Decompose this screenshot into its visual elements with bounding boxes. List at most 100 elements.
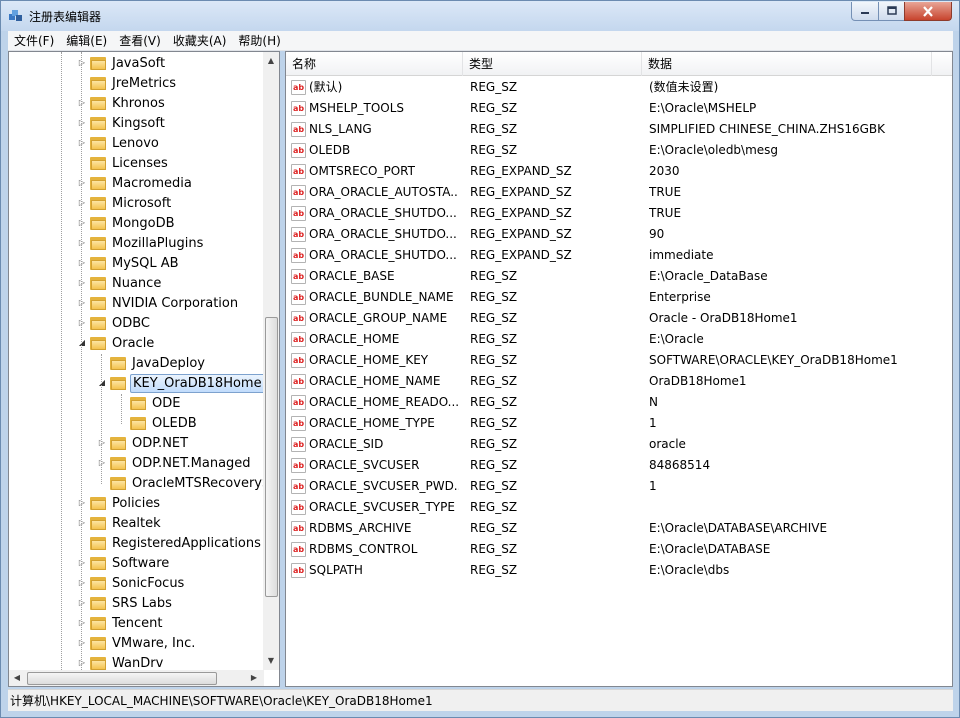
value-row[interactable]: ab ORACLE_HOME_READO... REG_SZ N [286, 392, 952, 413]
tree-item[interactable]: ▷ JavaSoft [77, 53, 167, 73]
tree-item[interactable]: JreMetrics [77, 73, 178, 93]
expand-arrow-icon[interactable]: ▷ [77, 258, 87, 268]
tree-horizontal-scroll-thumb[interactable] [27, 672, 217, 685]
tree-item[interactable]: ▷ SonicFocus [77, 573, 186, 593]
expand-arrow-icon[interactable]: ▷ [77, 598, 87, 608]
scroll-up-arrow-icon[interactable]: ▲ [264, 56, 278, 65]
expand-arrow-icon[interactable]: ▷ [77, 518, 87, 528]
tree-item[interactable]: ▷ MongoDB [77, 213, 177, 233]
tree-item[interactable]: ▷ Software [77, 553, 171, 573]
tree-item[interactable]: ▷ WanDrv [77, 653, 165, 670]
tree-item[interactable]: ▷ Lenovo [77, 133, 161, 153]
value-row[interactable]: ab OLEDB REG_SZ E:\Oracle\oledb\mesg [286, 140, 952, 161]
menu-favorites[interactable]: 收藏夹(A) [167, 31, 233, 51]
menu-file[interactable]: 文件(F) [8, 31, 60, 51]
value-row[interactable]: ab MSHELP_TOOLS REG_SZ E:\Oracle\MSHELP [286, 98, 952, 119]
tree-item[interactable]: RegisteredApplications [77, 533, 263, 553]
tree-item[interactable]: ▷ MozillaPlugins [77, 233, 205, 253]
scroll-down-arrow-icon[interactable]: ▼ [264, 656, 278, 665]
expand-arrow-icon[interactable]: ▷ [77, 558, 87, 568]
tree-item[interactable]: ▷ Realtek [77, 513, 163, 533]
column-header-type[interactable]: 类型 [463, 52, 642, 76]
value-row[interactable]: ab RDBMS_ARCHIVE REG_SZ E:\Oracle\DATABASE\… [286, 518, 952, 539]
expand-arrow-icon[interactable]: ▷ [97, 438, 107, 448]
expand-arrow-icon[interactable]: ▷ [97, 458, 107, 468]
expand-arrow-icon[interactable]: ▷ [77, 98, 87, 108]
tree-item[interactable]: ▷ Kingsoft [77, 113, 167, 133]
tree-item[interactable]: JavaDeploy [97, 353, 207, 373]
menu-edit[interactable]: 编辑(E) [60, 31, 113, 51]
expand-arrow-icon[interactable]: ▷ [77, 218, 87, 228]
minimize-button[interactable] [851, 2, 879, 21]
value-row[interactable]: ab ORACLE_HOME REG_SZ E:\Oracle [286, 329, 952, 350]
tree-item[interactable]: ▷ Tencent [77, 613, 164, 633]
tree-vertical-scrollbar[interactable]: ▲ ▼ [263, 52, 279, 670]
tree-item[interactable]: ▷ ODP.NET.Managed [97, 453, 253, 473]
tree-item[interactable]: ▷ ODP.NET [97, 433, 190, 453]
expand-arrow-icon[interactable]: ▷ [77, 618, 87, 628]
tree-horizontal-scrollbar[interactable]: ◀ ▶ [9, 670, 264, 686]
tree-item[interactable]: ▷ SRS Labs [77, 593, 174, 613]
value-row[interactable]: ab (默认) REG_SZ (数值未设置) [286, 77, 952, 98]
tree-item[interactable]: ▷ Khronos [77, 93, 167, 113]
expand-arrow-icon[interactable]: ▷ [77, 178, 87, 188]
tree-item[interactable]: ▷ VMware, Inc. [77, 633, 197, 653]
scroll-left-arrow-icon[interactable]: ◀ [10, 673, 24, 682]
value-row[interactable]: ab ORA_ORACLE_SHUTDO... REG_EXPAND_SZ 90 [286, 224, 952, 245]
column-header-data[interactable]: 数据 [642, 52, 932, 76]
scroll-right-arrow-icon[interactable]: ▶ [247, 673, 261, 682]
tree-item[interactable]: Licenses [77, 153, 170, 173]
expand-arrow-icon[interactable]: ▷ [77, 578, 87, 588]
tree-item[interactable]: ◢ Oracle [77, 333, 156, 353]
tree-item[interactable]: ▷ ODBC [77, 313, 152, 333]
value-row[interactable]: ab ORACLE_GROUP_NAME REG_SZ Oracle - OraDB1… [286, 308, 952, 329]
tree-vertical-scroll-thumb[interactable] [265, 317, 278, 597]
value-row[interactable]: ab ORACLE_HOME_KEY REG_SZ SOFTWARE\ORACLE\K… [286, 350, 952, 371]
expand-arrow-icon[interactable]: ▷ [77, 498, 87, 508]
menu-view[interactable]: 查看(V) [113, 31, 167, 51]
expand-arrow-icon[interactable]: ▷ [77, 318, 87, 328]
title-bar[interactable]: 注册表编辑器 [1, 1, 959, 31]
expand-arrow-icon[interactable]: ▷ [77, 198, 87, 208]
column-header-name[interactable]: 名称 [286, 52, 463, 76]
close-button[interactable] [904, 2, 952, 21]
values-list-pane[interactable]: 名称 类型 数据 ab (默认) REG_SZ (数值未设置) ab MSHELP_TOO… [285, 51, 953, 687]
value-row[interactable]: ab OMTSRECO_PORT REG_EXPAND_SZ 2030 [286, 161, 952, 182]
value-row[interactable]: ab ORACLE_SVCUSER REG_SZ 84868514 [286, 455, 952, 476]
value-row[interactable]: ab ORACLE_SVCUSER_TYPE REG_SZ [286, 497, 952, 518]
expand-arrow-icon[interactable]: ▷ [77, 58, 87, 68]
value-row[interactable]: ab ORACLE_HOME_TYPE REG_SZ 1 [286, 413, 952, 434]
value-row[interactable]: ab ORACLE_BUNDLE_NAME REG_SZ Enterprise [286, 287, 952, 308]
value-row[interactable]: ab ORA_ORACLE_SHUTDO... REG_EXPAND_SZ TRUE [286, 203, 952, 224]
value-row[interactable]: ab SQLPATH REG_SZ E:\Oracle\dbs [286, 560, 952, 581]
collapse-arrow-icon[interactable]: ◢ [77, 338, 87, 348]
value-row[interactable]: ab NLS_LANG REG_SZ SIMPLIFIED CHINESE_CHINA… [286, 119, 952, 140]
tree-item[interactable]: ▷ Microsoft [77, 193, 173, 213]
value-row[interactable]: ab ORA_ORACLE_SHUTDO... REG_EXPAND_SZ immed… [286, 245, 952, 266]
tree-item[interactable]: OracleMTSRecoverySe [97, 473, 264, 493]
value-row[interactable]: ab ORACLE_BASE REG_SZ E:\Oracle_DataBase [286, 266, 952, 287]
expand-arrow-icon[interactable]: ▷ [77, 638, 87, 648]
registry-tree[interactable]: ▷ JavaSoft JreMetrics ▷ Khronos ▷ Kingsoft ▷ Len… [9, 52, 264, 670]
tree-item[interactable]: ▷ Policies [77, 493, 162, 513]
tree-item[interactable]: ODE [117, 393, 182, 413]
collapse-arrow-icon[interactable]: ◢ [97, 378, 107, 388]
expand-arrow-icon[interactable]: ▷ [77, 278, 87, 288]
value-row[interactable]: ab ORA_ORACLE_AUTOSTA... REG_EXPAND_SZ TRUE [286, 182, 952, 203]
expand-arrow-icon[interactable]: ▷ [77, 138, 87, 148]
tree-item[interactable]: ▷ Macromedia [77, 173, 194, 193]
tree-item[interactable]: ▷ NVIDIA Corporation [77, 293, 240, 313]
tree-item[interactable]: ▷ MySQL AB [77, 253, 181, 273]
expand-arrow-icon[interactable]: ▷ [77, 118, 87, 128]
tree-item[interactable]: ▷ Nuance [77, 273, 163, 293]
expand-arrow-icon[interactable]: ▷ [77, 238, 87, 248]
menu-help[interactable]: 帮助(H) [232, 31, 286, 51]
tree-item[interactable]: OLEDB [117, 413, 199, 433]
tree-item[interactable]: ◢ KEY_OraDB18Home1 [97, 373, 264, 393]
value-row[interactable]: ab ORACLE_SID REG_SZ oracle [286, 434, 952, 455]
expand-arrow-icon[interactable]: ▷ [77, 298, 87, 308]
value-row[interactable]: ab RDBMS_CONTROL REG_SZ E:\Oracle\DATABASE [286, 539, 952, 560]
value-row[interactable]: ab ORACLE_HOME_NAME REG_SZ OraDB18Home1 [286, 371, 952, 392]
value-row[interactable]: ab ORACLE_SVCUSER_PWD... REG_SZ 1 [286, 476, 952, 497]
expand-arrow-icon[interactable]: ▷ [77, 658, 87, 668]
